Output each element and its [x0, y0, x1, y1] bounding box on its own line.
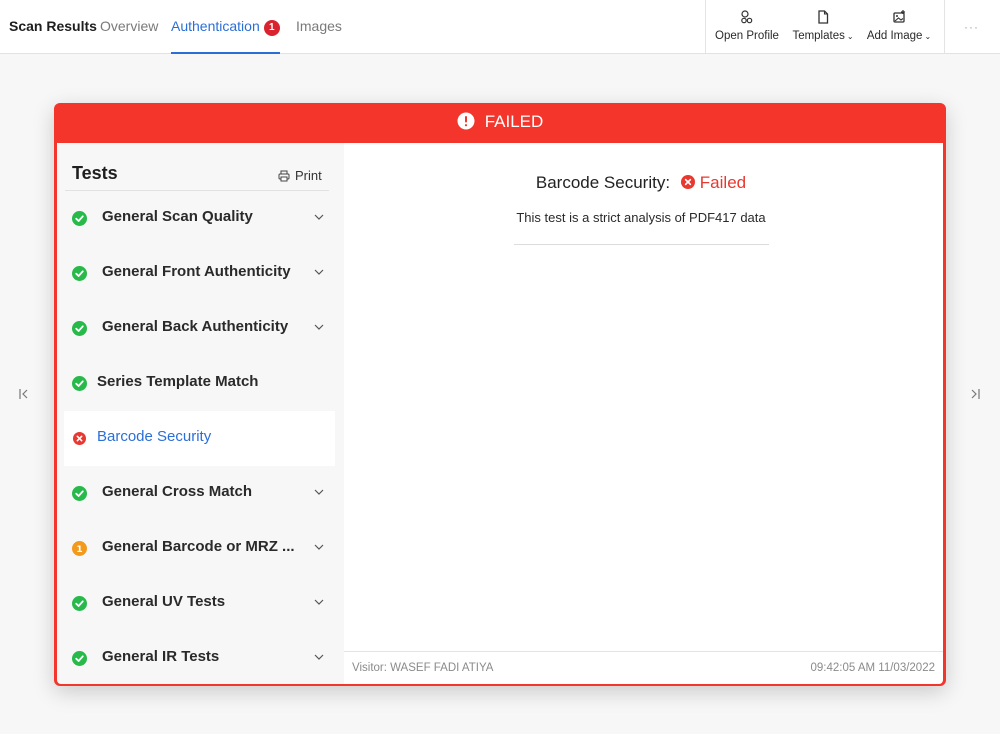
tests-heading: Tests: [72, 163, 118, 183]
chevron-down-icon[interactable]: [314, 268, 324, 276]
check-circle-icon: [72, 486, 87, 501]
detail-footer: Visitor: WASEF FADI ATIYA 09:42:05 AM 11…: [344, 651, 943, 684]
test-item-label: General IR Tests: [102, 648, 220, 665]
tab-authentication-badge: 1: [263, 20, 280, 36]
test-item-series-template-match[interactable]: Series Template Match: [64, 356, 335, 411]
first-page-icon[interactable]: [17, 386, 31, 402]
test-item-general-front-authenticity[interactable]: General Front Authenticity: [64, 246, 335, 301]
open-profile-button[interactable]: Open Profile: [714, 8, 780, 42]
check-circle-icon: [72, 211, 87, 226]
page-title: Scan Results: [9, 18, 97, 34]
error-circle-icon: [680, 175, 695, 189]
authentication-result-card: FAILED Tests Print General Scan Quality …: [54, 103, 946, 686]
test-item-general-ir-tests[interactable]: General IR Tests: [64, 631, 335, 684]
divider: [514, 244, 769, 245]
test-item-label: General Barcode or MRZ ...: [102, 538, 295, 555]
test-item-general-scan-quality[interactable]: General Scan Quality: [64, 191, 335, 246]
top-bar: Scan Results Overview Authentication 1 Im…: [0, 0, 1000, 54]
tab-overview[interactable]: Overview: [100, 18, 158, 34]
visitor-name: Visitor: WASEF FADI ATIYA: [352, 662, 494, 674]
profile-link-icon: [741, 10, 753, 24]
templates-button[interactable]: Templates ⌄: [791, 8, 855, 42]
toolbar-divider: [944, 0, 945, 54]
detail-status-text: Failed: [699, 173, 747, 192]
chevron-down-icon[interactable]: [314, 653, 324, 661]
chevron-down-icon[interactable]: [314, 488, 324, 496]
test-item-label: Series Template Match: [97, 373, 259, 390]
chevron-down-icon[interactable]: [314, 598, 324, 606]
test-item-label: General Back Authenticity: [102, 318, 289, 335]
test-item-general-cross-match[interactable]: General Cross Match: [64, 466, 335, 521]
document-icon: [818, 10, 829, 24]
test-item-general-barcode-or-mrz[interactable]: 1 General Barcode or MRZ ...: [64, 521, 335, 576]
chevron-down-icon[interactable]: [314, 323, 324, 331]
test-item-general-uv-tests[interactable]: General UV Tests: [64, 576, 335, 631]
add-image-icon: [893, 10, 905, 23]
add-image-label: Add Image: [866, 30, 923, 42]
last-page-icon[interactable]: [968, 386, 982, 402]
detail-title: Barcode Security: Failed: [344, 173, 938, 193]
detail-status: Failed: [680, 173, 747, 192]
warning-count: 1: [76, 545, 82, 555]
test-item-label: General Front Authenticity: [102, 263, 291, 280]
check-circle-icon: [72, 596, 87, 611]
chevron-down-icon[interactable]: [314, 213, 324, 221]
test-item-barcode-security[interactable]: Barcode Security: [64, 411, 335, 466]
check-circle-icon: [72, 266, 87, 281]
detail-description: This test is a strict analysis of PDF417…: [516, 210, 766, 225]
warning-count-icon: 1: [72, 541, 87, 556]
more-options-button[interactable]: ···: [964, 20, 979, 34]
tab-authentication[interactable]: Authentication 1: [171, 18, 280, 54]
status-text: FAILED: [484, 112, 544, 131]
templates-label: Templates: [792, 30, 845, 42]
status-banner: FAILED: [54, 103, 946, 141]
add-image-button[interactable]: Add Image ⌄: [865, 8, 933, 42]
print-label: Print: [295, 168, 322, 183]
test-item-label: Barcode Security: [97, 428, 212, 445]
alert-icon: [457, 112, 475, 130]
test-item-label: General Scan Quality: [102, 208, 253, 225]
chevron-down-icon: ⌄: [924, 32, 932, 41]
detail-test-name: Barcode Security:: [535, 173, 671, 192]
error-circle-icon: [73, 432, 86, 445]
chevron-down-icon: ⌄: [846, 32, 854, 41]
toolbar-divider: [705, 0, 706, 54]
tab-authentication-label: Authentication: [171, 18, 260, 34]
chevron-down-icon[interactable]: [314, 543, 324, 551]
test-item-label: General Cross Match: [102, 483, 253, 500]
printer-icon: [278, 170, 290, 182]
tab-images[interactable]: Images: [296, 18, 342, 34]
test-detail-panel: Barcode Security: Failed This test is a …: [344, 143, 943, 684]
check-circle-icon: [72, 651, 87, 666]
scan-timestamp: 09:42:05 AM 11/03/2022: [810, 662, 935, 674]
print-button[interactable]: Print: [278, 168, 322, 183]
test-item-label: General UV Tests: [102, 593, 226, 610]
open-profile-label: Open Profile: [715, 30, 779, 42]
check-circle-icon: [72, 321, 87, 336]
check-circle-icon: [72, 376, 87, 391]
test-item-general-back-authenticity[interactable]: General Back Authenticity: [64, 301, 335, 356]
tests-panel: Tests Print General Scan Quality General…: [57, 143, 344, 684]
